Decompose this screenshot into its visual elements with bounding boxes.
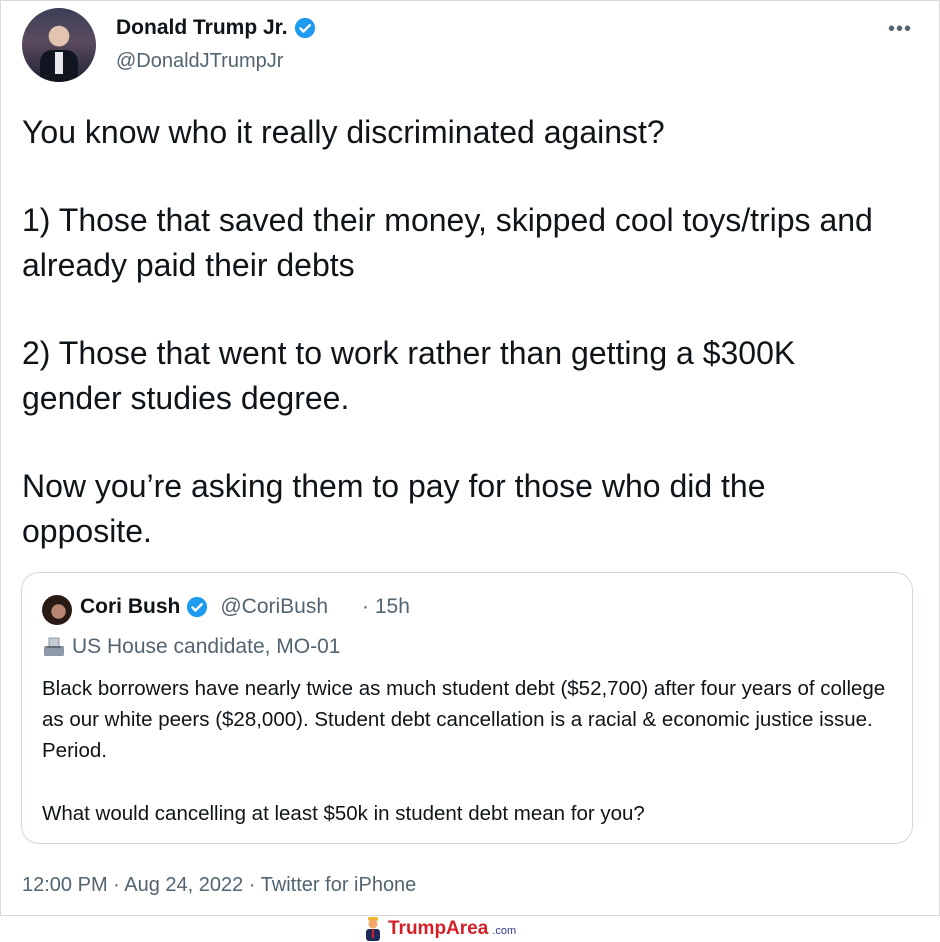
tweet-paragraph: Now you’re asking them to pay for those … — [22, 468, 766, 549]
quoted-tweet-text: Black borrowers have nearly twice as muc… — [42, 673, 892, 829]
verified-badge-icon — [294, 17, 315, 39]
watermark: TrumpArea .com — [362, 916, 516, 942]
tweet-timestamp[interactable]: 12:00 PM · Aug 24, 2022 · Twitter for iP… — [22, 874, 416, 897]
author-handle[interactable]: @DonaldJTrumpJr — [116, 50, 283, 73]
tweet-paragraph: 1) Those that saved their money, skipped… — [22, 202, 873, 283]
author-name[interactable]: Donald Trump Jr. — [116, 16, 288, 40]
avatar-shirt — [55, 52, 63, 74]
quoted-author-label: US House candidate, MO-01 — [42, 635, 340, 659]
quoted-author-handle: @CoriBush — [220, 595, 329, 618]
quoted-paragraph: What would cancelling at least $50k in s… — [42, 802, 645, 825]
tweet-paragraph: You know who it really discriminated aga… — [22, 114, 665, 150]
quoted-tweet[interactable]: Cori Bush @CoriBush · 15h US House candi… — [21, 572, 913, 844]
trump-figure-icon — [366, 917, 380, 941]
quoted-tweet-header: Cori Bush @CoriBush · 15h — [80, 595, 410, 619]
watermark-tld: .com — [492, 925, 517, 937]
quoted-paragraph: Black borrowers have nearly twice as muc… — [42, 677, 886, 762]
tweet-text: You know who it really discriminated aga… — [22, 110, 902, 554]
ballot-box-icon — [44, 637, 64, 656]
quoted-author-name: Cori Bush — [80, 595, 181, 618]
author-name-row[interactable]: Donald Trump Jr. — [116, 16, 316, 40]
quoted-author-avatar — [42, 595, 72, 625]
more-horizontal-icon[interactable]: ••• — [888, 18, 912, 41]
tweet-paragraph: 2) Those that went to work rather than g… — [22, 335, 796, 416]
quoted-tweet-time: · 15h — [362, 595, 410, 618]
watermark-brand: TrumpArea — [388, 918, 489, 939]
quoted-author-label-text: US House candidate, MO-01 — [72, 635, 341, 658]
verified-badge-icon — [187, 596, 208, 618]
author-avatar[interactable] — [22, 8, 96, 82]
